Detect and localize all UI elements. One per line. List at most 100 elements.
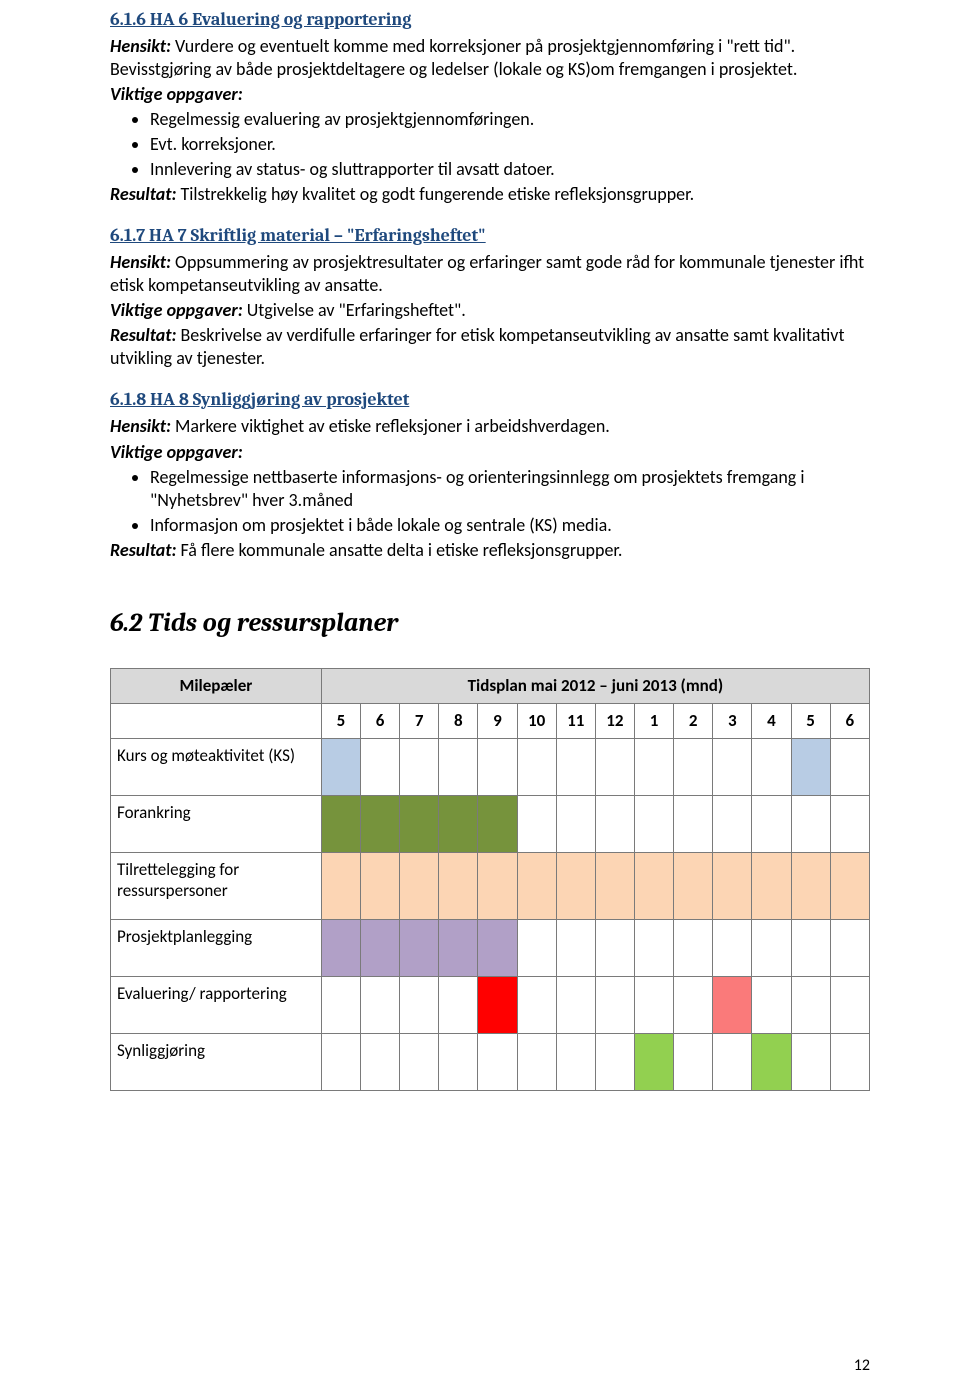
list-item: Regelmessig evaluering av prosjektgjenno…	[150, 108, 870, 131]
section-6-1-8: 6.1.8 HA 8 Synliggjøring av prosjektet H…	[110, 388, 870, 561]
timeline-cell	[791, 738, 830, 795]
timeline-cell	[634, 919, 673, 976]
timeline-cell	[713, 738, 752, 795]
timeline-cell	[439, 919, 478, 976]
hensikt-label: Hensikt:	[110, 415, 171, 437]
timeline-cell	[752, 795, 791, 852]
timeline-cell	[321, 852, 360, 919]
timeline-cell	[360, 1033, 399, 1090]
timeline-cell	[595, 852, 634, 919]
timeline-cell	[713, 852, 752, 919]
th-month: 3	[713, 703, 752, 738]
row-label: Evaluering/ rapportering	[111, 976, 322, 1033]
timeline-cell	[595, 919, 634, 976]
timeline-cell	[752, 976, 791, 1033]
row-label: Synliggjøring	[111, 1033, 322, 1090]
timeline-cell	[752, 1033, 791, 1090]
timeline-cell	[634, 976, 673, 1033]
list-item: Evt. korreksjoner.	[150, 133, 870, 156]
th-empty	[111, 703, 322, 738]
timeline-cell	[634, 738, 673, 795]
th-tidsplan: Tidsplan mai 2012 – juni 2013 (mnd)	[321, 668, 869, 703]
timeline-cell	[556, 852, 595, 919]
th-month: 5	[321, 703, 360, 738]
timeline-cell	[752, 852, 791, 919]
viktige-6-1-7: Viktige oppgaver: Utgivelse av "Erfaring…	[110, 299, 870, 322]
th-month: 12	[595, 703, 634, 738]
viktige-label-6-1-8: Viktige oppgaver:	[110, 441, 870, 464]
timeline-cell	[439, 852, 478, 919]
hensikt-text: Vurdere og eventuelt komme med korreksjo…	[110, 35, 797, 80]
timeline-cell	[360, 976, 399, 1033]
hensikt-text: Oppsummering av prosjektresultater og er…	[110, 251, 864, 296]
timeline-cell	[791, 976, 830, 1033]
resultat-text: Tilstrekkelig høy kvalitet og godt funge…	[176, 183, 694, 205]
timeline-cell	[439, 1033, 478, 1090]
hensikt-label: Hensikt:	[110, 251, 171, 273]
timeline-cell	[830, 1033, 869, 1090]
timeline-cell	[321, 738, 360, 795]
timeline-cell	[713, 1033, 752, 1090]
timeline-cell	[478, 852, 517, 919]
resultat-6-1-8: Resultat: Få flere kommunale ansatte del…	[110, 539, 870, 562]
timeline-cell	[517, 919, 556, 976]
table-row: Synliggjøring	[111, 1033, 870, 1090]
timeline-cell	[674, 1033, 713, 1090]
resultat-label: Resultat:	[110, 324, 176, 346]
timeline-table: Milepæler Tidsplan mai 2012 – juni 2013 …	[110, 668, 870, 1091]
table-row: Prosjektplanlegging	[111, 919, 870, 976]
row-label: Forankring	[111, 795, 322, 852]
th-month: 7	[400, 703, 439, 738]
th-month: 9	[478, 703, 517, 738]
resultat-6-1-6: Resultat: Tilstrekkelig høy kvalitet og …	[110, 183, 870, 206]
th-month: 4	[752, 703, 791, 738]
timeline-cell	[360, 852, 399, 919]
timeline-cell	[752, 738, 791, 795]
timeline-cell	[478, 1033, 517, 1090]
timeline-cell	[517, 1033, 556, 1090]
timeline-cell	[674, 852, 713, 919]
timeline-cell	[634, 1033, 673, 1090]
row-label: Tilrettelegging for ressurspersoner	[111, 852, 322, 919]
timeline-cell	[321, 919, 360, 976]
section-6-1-7: 6.1.7 HA 7 Skriftlig material – "Erfarin…	[110, 224, 870, 370]
th-month: 11	[556, 703, 595, 738]
timeline-cell	[439, 976, 478, 1033]
resultat-text: Beskrivelse av verdifulle erfaringer for…	[110, 324, 845, 369]
hensikt-label: Hensikt:	[110, 35, 171, 57]
list-item: Regelmessige nettbaserte informasjons- o…	[150, 466, 870, 512]
timeline-cell	[439, 795, 478, 852]
timeline-cell	[556, 919, 595, 976]
timeline-cell	[556, 738, 595, 795]
timeline-cell	[830, 738, 869, 795]
timeline-cell	[791, 919, 830, 976]
timeline-cell	[321, 1033, 360, 1090]
timeline-cell	[478, 738, 517, 795]
timeline-cell	[400, 919, 439, 976]
table-header-row-1: Milepæler Tidsplan mai 2012 – juni 2013 …	[111, 668, 870, 703]
timeline-cell	[321, 976, 360, 1033]
list-item: Informasjon om prosjektet i både lokale …	[150, 514, 870, 537]
hensikt-6-1-8: Hensikt: Markere viktighet av etiske ref…	[110, 415, 870, 438]
timeline-cell	[634, 852, 673, 919]
table-row: Kurs og møteaktivitet (KS)	[111, 738, 870, 795]
timeline-cell	[595, 1033, 634, 1090]
timeline-cell	[478, 795, 517, 852]
heading-6-1-8: 6.1.8 HA 8 Synliggjøring av prosjektet	[110, 388, 870, 411]
timeline-cell	[360, 795, 399, 852]
row-label: Prosjektplanlegging	[111, 919, 322, 976]
timeline-cell	[830, 795, 869, 852]
timeline-cell	[400, 1033, 439, 1090]
table-header-row-months: 56789101112123456	[111, 703, 870, 738]
page-number: 12	[854, 1356, 870, 1375]
timeline-cell	[713, 919, 752, 976]
timeline-cell	[400, 795, 439, 852]
hensikt-6-1-6: Hensikt: Vurdere og eventuelt komme med …	[110, 35, 870, 81]
th-month: 1	[634, 703, 673, 738]
timeline-cell	[595, 738, 634, 795]
th-month: 6	[360, 703, 399, 738]
viktige-label-6-1-6: Viktige oppgaver:	[110, 83, 870, 106]
timeline-cell	[400, 976, 439, 1033]
viktige-label: Viktige oppgaver:	[110, 299, 243, 321]
bullets-6-1-8: Regelmessige nettbaserte informasjons- o…	[110, 466, 870, 537]
